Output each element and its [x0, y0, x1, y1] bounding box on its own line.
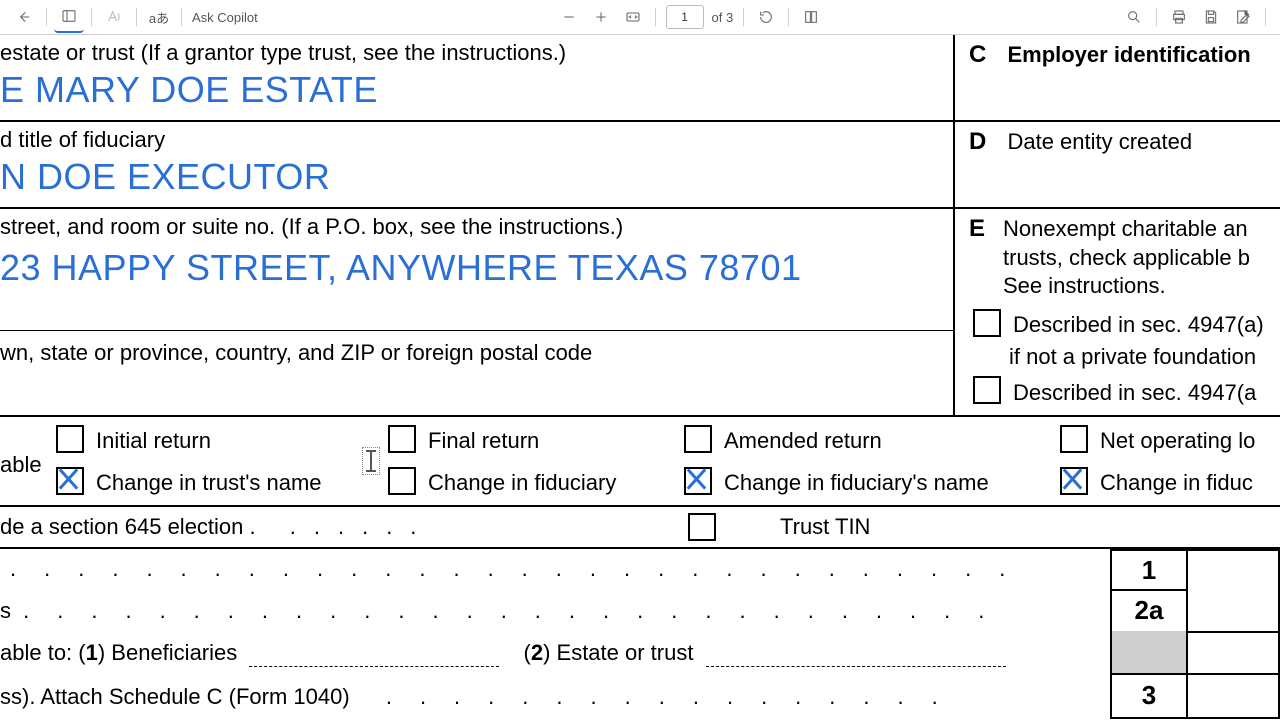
- pdf-toolbar: aあ Ask Copilot of 3: [0, 0, 1280, 35]
- annotate-icon[interactable]: [1228, 2, 1258, 32]
- form-page[interactable]: estate or trust (If a grantor type trust…: [0, 35, 1280, 720]
- line3-dots: .................: [386, 684, 966, 709]
- box-e-line1: Nonexempt charitable an: [1003, 216, 1248, 241]
- line2b-2-label: ) Estate or trust: [543, 640, 693, 665]
- page-number-input[interactable]: [666, 5, 704, 29]
- text-cursor: [362, 447, 380, 475]
- checkbox-initial-return[interactable]: [56, 425, 84, 453]
- estate-trust-blank[interactable]: [706, 644, 1006, 667]
- checkbox-amended-return[interactable]: [684, 425, 712, 453]
- box-e-letter: E: [969, 215, 1003, 301]
- line-number-2b-shaded: [1110, 631, 1188, 675]
- translate-icon[interactable]: aあ: [144, 2, 174, 32]
- print-icon[interactable]: [1164, 2, 1194, 32]
- checkbox-4947a1[interactable]: [973, 309, 1001, 337]
- line3-label: ss). Attach Schedule C (Form 1040): [0, 684, 350, 709]
- e-opt1b: if not a private foundation: [1009, 343, 1280, 371]
- read-aloud-icon[interactable]: [99, 2, 129, 32]
- amount-2b[interactable]: [1188, 631, 1280, 675]
- f-left-label: able: [0, 451, 42, 479]
- line-number-1: 1: [1110, 549, 1188, 591]
- line1-dots: ..............................: [10, 555, 1033, 583]
- city-label: wn, state or province, country, and ZIP …: [0, 339, 953, 367]
- trust-tin-label: Trust TIN: [780, 513, 870, 541]
- sidebar-toggle-icon[interactable]: [54, 1, 84, 33]
- box-e-line3: See instructions.: [1003, 273, 1166, 298]
- e-opt2: Described in sec. 4947(a: [1013, 379, 1256, 407]
- line2a-s: s: [0, 598, 11, 623]
- zoom-out-icon[interactable]: [554, 2, 584, 32]
- beneficiaries-blank[interactable]: [249, 644, 499, 667]
- checkbox-4947a2[interactable]: [973, 376, 1001, 404]
- fit-width-icon[interactable]: [618, 2, 648, 32]
- box-c-letter: C: [969, 41, 1003, 69]
- e-opt1: Described in sec. 4947(a): [1013, 311, 1264, 339]
- save-icon[interactable]: [1196, 2, 1226, 32]
- name-label: estate or trust (If a grantor type trust…: [0, 39, 953, 67]
- label-final-return: Final return: [428, 428, 539, 454]
- checkbox-change-fiduciary[interactable]: [388, 467, 416, 495]
- amount-3[interactable]: [1188, 673, 1280, 719]
- label-change-fiduciary-name: Change in fiduciary's name: [724, 470, 989, 496]
- box-c-label: Employer identification: [1007, 42, 1250, 67]
- box-d-letter: D: [969, 128, 1003, 156]
- line2a-dots: .............................: [23, 598, 1012, 623]
- line2b-1-num: 1: [86, 640, 98, 665]
- line-number-2a: 2a: [1110, 589, 1188, 633]
- checkbox-nol[interactable]: [1060, 425, 1088, 453]
- label-nol: Net operating lo: [1100, 428, 1255, 454]
- label-change-fiduciary: Change in fiduciary: [428, 470, 616, 496]
- line2b-1-label: ) Beneficiaries: [98, 640, 237, 665]
- checkbox-645-election[interactable]: [688, 513, 716, 541]
- estate-name-value: E MARY DOE ESTATE: [0, 69, 953, 111]
- checkbox-final-return[interactable]: [388, 425, 416, 453]
- g-label: de a section 645 election .: [0, 514, 256, 539]
- line2b-prefix: able to: (: [0, 640, 86, 665]
- page-view-icon[interactable]: [796, 2, 826, 32]
- box-d-label: Date entity created: [1007, 129, 1192, 154]
- search-icon[interactable]: [1119, 2, 1149, 32]
- street-label: street, and room or suite no. (If a P.O.…: [0, 213, 953, 241]
- box-e-line2: trusts, check applicable b: [1003, 245, 1250, 270]
- checkbox-change-trust-name[interactable]: [56, 467, 84, 495]
- checkbox-change-fiduciary-name[interactable]: [684, 467, 712, 495]
- back-icon[interactable]: [9, 2, 39, 32]
- label-initial-return: Initial return: [96, 428, 211, 454]
- amount-1[interactable]: [1188, 549, 1280, 591]
- line-number-3: 3: [1110, 673, 1188, 719]
- label-change-fiduciary-addr: Change in fiduc: [1100, 470, 1253, 496]
- fiduciary-label: d title of fiduciary: [0, 126, 953, 154]
- zoom-in-icon[interactable]: [586, 2, 616, 32]
- rotate-icon[interactable]: [751, 2, 781, 32]
- amount-2a[interactable]: [1188, 589, 1280, 633]
- fiduciary-value: N DOE EXECUTOR: [0, 156, 953, 198]
- g-dots: ......: [290, 514, 435, 539]
- label-change-trust-name: Change in trust's name: [96, 470, 322, 496]
- street-value: 23 HAPPY STREET, ANYWHERE TEXAS 78701: [0, 247, 953, 289]
- page-total-label: of 3: [708, 10, 738, 25]
- label-amended-return: Amended return: [724, 428, 882, 454]
- ask-copilot-button[interactable]: Ask Copilot: [188, 10, 262, 25]
- checkbox-change-fiduciary-addr[interactable]: [1060, 467, 1088, 495]
- line2b-2-num: 2: [531, 640, 543, 665]
